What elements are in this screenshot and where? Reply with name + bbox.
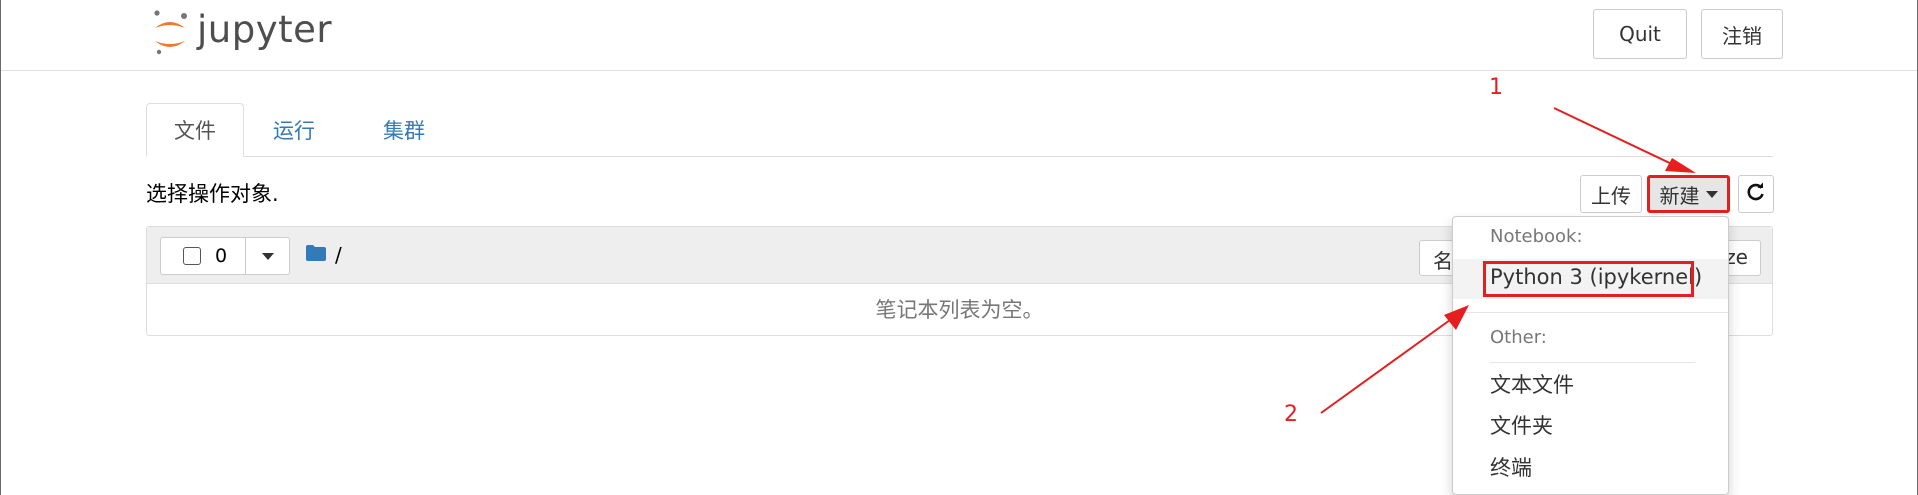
caret-down-icon: [1705, 190, 1718, 198]
header-bar: jupyter Quit 注销: [1, 0, 1917, 71]
new-button[interactable]: 新建: [1647, 175, 1730, 213]
select-menu-toggle[interactable]: [246, 238, 289, 274]
jupyter-logo-text: jupyter: [197, 7, 333, 51]
select-action-label: 选择操作对象.: [146, 182, 279, 206]
checkbox-icon[interactable]: [183, 247, 201, 265]
other-section-header: Other:: [1490, 327, 1547, 348]
annotation-step-1: 1: [1489, 75, 1503, 100]
jupyter-logo-icon: [151, 8, 189, 56]
logout-button[interactable]: 注销: [1701, 9, 1783, 59]
tab-bar: 文件 运行 集群: [146, 103, 1773, 157]
caret-down-icon: [261, 252, 274, 260]
name-column-label: 名: [1433, 249, 1453, 273]
menu-item-folder[interactable]: 文件夹: [1490, 410, 1553, 440]
select-all-control[interactable]: 0: [160, 237, 290, 275]
tab-running[interactable]: 运行: [254, 103, 334, 157]
menu-divider: [1453, 312, 1728, 313]
jupyter-logo[interactable]: jupyter: [151, 8, 332, 56]
annotation-highlight-box: [1483, 261, 1694, 297]
annotation-step-2: 2: [1284, 402, 1298, 427]
refresh-button[interactable]: [1738, 175, 1774, 213]
menu-divider: [1490, 362, 1695, 363]
tab-clusters[interactable]: 集群: [364, 103, 444, 157]
refresh-icon: [1746, 182, 1766, 207]
breadcrumb: /: [305, 243, 342, 267]
new-button-label: 新建: [1659, 183, 1700, 208]
menu-item-text-file[interactable]: 文本文件: [1490, 369, 1574, 399]
menu-item-terminal[interactable]: 终端: [1490, 452, 1532, 482]
upload-button[interactable]: 上传: [1580, 175, 1642, 213]
selected-count: 0: [215, 245, 228, 267]
notebook-section-header: Notebook:: [1490, 226, 1583, 247]
folder-icon[interactable]: [305, 244, 327, 266]
current-path[interactable]: /: [335, 243, 342, 267]
tab-files[interactable]: 文件: [146, 103, 244, 157]
quit-button[interactable]: Quit: [1593, 9, 1687, 59]
new-dropdown-menu: Notebook: Python 3 (ipykernel) Other: 文本…: [1452, 216, 1729, 495]
